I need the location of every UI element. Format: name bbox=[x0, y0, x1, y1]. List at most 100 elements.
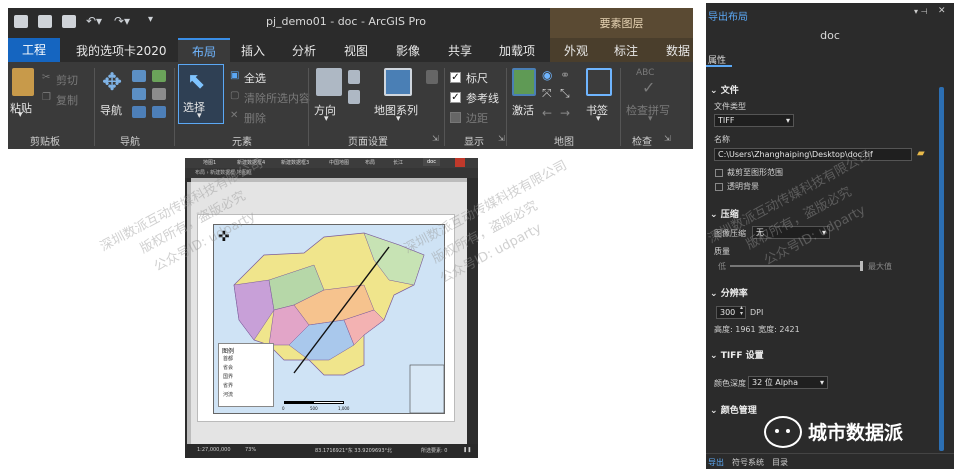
section-resolution-label: 分辨率 bbox=[720, 289, 748, 299]
activate-map-icon bbox=[512, 68, 536, 96]
review-launcher-icon[interactable]: ⇲ bbox=[664, 134, 671, 143]
margins-checkbox[interactable] bbox=[450, 112, 461, 123]
tab-my-tab-2020[interactable]: 我的选项卡2020 bbox=[76, 42, 167, 59]
check-spelling-dropdown-icon[interactable]: ▾ bbox=[648, 114, 653, 124]
show-launcher-icon[interactable]: ⇲ bbox=[498, 134, 505, 143]
wechat-icon-dot bbox=[775, 429, 779, 433]
redo-icon[interactable]: ↷▾ bbox=[114, 14, 130, 28]
zoom-fit-icon[interactable]: ⤡ bbox=[560, 86, 570, 101]
section-file[interactable]: ⌄ 文件 bbox=[710, 83, 739, 96]
tab-analysis[interactable]: 分析 bbox=[292, 42, 316, 59]
zoom-readout[interactable]: 73% bbox=[245, 447, 256, 453]
dpi-unit: DPI bbox=[750, 308, 764, 317]
customize-quick-access-icon[interactable]: ▾ bbox=[148, 14, 153, 25]
tab-view[interactable]: 视图 bbox=[344, 42, 368, 59]
fixed-zoom-in-icon[interactable] bbox=[132, 88, 146, 100]
window-title: pj_demo01 - doc - ArcGIS Pro bbox=[266, 15, 426, 28]
section-color-management[interactable]: ⌄ 颜色管理 bbox=[710, 403, 757, 416]
bottom-tab-export[interactable]: 导出 bbox=[708, 457, 724, 468]
zoom-to-page-icon[interactable] bbox=[132, 70, 146, 82]
back-arrow-icon[interactable]: ← bbox=[542, 106, 552, 120]
view-tab-map1[interactable]: 地图1 bbox=[203, 159, 216, 166]
section-tiff-settings[interactable]: ⌄ TIFF 设置 bbox=[710, 348, 764, 361]
view-tab-china-map[interactable]: 中国地图 bbox=[329, 159, 349, 166]
map-globe-icon[interactable]: ◉ bbox=[542, 68, 552, 82]
select-arrow-icon: ⬉ bbox=[187, 69, 206, 94]
section-resolution[interactable]: ⌄ 分辨率 bbox=[710, 286, 748, 299]
tab-insert[interactable]: 插入 bbox=[241, 42, 265, 59]
pane-scrollbar[interactable] bbox=[939, 87, 944, 451]
pause-icon[interactable]: ❚❚ bbox=[463, 447, 471, 453]
brand-badge: 城市数据派 bbox=[760, 412, 946, 452]
orientation-icon bbox=[316, 68, 342, 96]
file-type-select[interactable]: TIFF ▾ bbox=[714, 114, 794, 127]
forward-arrow-icon[interactable]: → bbox=[560, 106, 570, 120]
dpi-value: 300 bbox=[720, 308, 736, 317]
bookmarks-dropdown-icon[interactable]: ▾ bbox=[596, 114, 601, 124]
tab-imagery[interactable]: 影像 bbox=[396, 42, 420, 59]
legend-title: 图例 bbox=[222, 348, 235, 355]
tab-share[interactable]: 共享 bbox=[448, 42, 472, 59]
transparent-background-checkbox[interactable] bbox=[715, 183, 723, 191]
save-icon[interactable] bbox=[62, 15, 76, 28]
previous-extent-icon[interactable] bbox=[132, 106, 146, 118]
quality-slider-thumb[interactable] bbox=[860, 261, 863, 271]
section-tiff-label: TIFF 设置 bbox=[720, 351, 764, 361]
page-setup-launcher-icon[interactable]: ⇲ bbox=[432, 134, 439, 143]
pane-title: 导出布局 bbox=[708, 12, 748, 23]
quality-slider-track[interactable] bbox=[730, 265, 862, 267]
navigate-button[interactable]: 导航 bbox=[100, 102, 122, 118]
bottom-tab-catalog[interactable]: 目录 bbox=[772, 457, 788, 468]
full-extent-icon[interactable] bbox=[152, 70, 166, 82]
tab-layout[interactable]: 布局 bbox=[178, 38, 230, 62]
copy-button[interactable]: 复制 bbox=[56, 92, 78, 108]
tab-project[interactable]: 工程 bbox=[8, 38, 60, 62]
file-name-input[interactable]: C:\Users\Zhanghaiping\Desktop\doc.tif bbox=[714, 148, 912, 161]
grid-view-icon[interactable] bbox=[152, 88, 166, 100]
pane-close-icon[interactable]: ✕ bbox=[938, 6, 946, 16]
select-all-button[interactable]: 全选 bbox=[244, 70, 266, 86]
delete-button[interactable]: 删除 bbox=[244, 110, 266, 126]
view-tab-doc[interactable]: doc bbox=[423, 158, 440, 166]
dpi-stepper-icon[interactable]: ▴ ▾ bbox=[740, 305, 743, 317]
clip-to-graphics-checkbox[interactable] bbox=[715, 169, 723, 177]
legend-item: 国界 bbox=[223, 374, 234, 380]
tab-data[interactable]: 数据 bbox=[666, 42, 690, 59]
cut-icon: ✂ bbox=[42, 72, 51, 83]
bottom-tab-symbology[interactable]: 符号系统 bbox=[732, 457, 764, 468]
view-tab-frame3[interactable]: 新建数据框3 bbox=[281, 159, 309, 166]
clear-selection-icon: ▢ bbox=[230, 90, 240, 101]
page-size-icon[interactable] bbox=[348, 70, 360, 84]
open-icon[interactable] bbox=[38, 15, 52, 28]
orientation-dropdown-icon[interactable]: ▾ bbox=[324, 114, 329, 124]
pane-bottom-tabs: 导出 符号系统 目录 bbox=[706, 453, 954, 469]
scale-readout[interactable]: 1:27,000,000 bbox=[197, 447, 231, 453]
next-extent-icon[interactable] bbox=[152, 106, 166, 118]
undo-icon[interactable]: ↶▾ bbox=[86, 14, 102, 28]
browse-folder-icon[interactable]: ▰ bbox=[917, 148, 925, 159]
scale-label-1000: 1,000 bbox=[338, 406, 350, 411]
view-tab-layout[interactable]: 布局 bbox=[365, 159, 375, 166]
map-link-icon[interactable]: ⚭ bbox=[560, 68, 570, 82]
select-dropdown-icon[interactable]: ▾ bbox=[197, 111, 202, 121]
close-view-icon[interactable] bbox=[455, 158, 465, 167]
tab-appearance[interactable]: 外观 bbox=[564, 42, 588, 59]
tab-labeling[interactable]: 标注 bbox=[614, 42, 638, 59]
clear-selection-button[interactable]: 清除所选内容 bbox=[244, 90, 310, 106]
view-tab-changjiang[interactable]: 长江 bbox=[393, 159, 403, 166]
zoom-extent-icon[interactable]: ⤧ bbox=[542, 86, 552, 101]
page-query-icon[interactable] bbox=[426, 70, 438, 84]
paste-dropdown-icon[interactable]: ▾ bbox=[18, 110, 23, 120]
chevron-down-icon: ▾ bbox=[785, 116, 790, 125]
activate-button[interactable]: 激活 bbox=[512, 102, 534, 118]
map-series-dropdown-icon[interactable]: ▾ bbox=[396, 114, 401, 124]
margins-icon[interactable] bbox=[348, 90, 360, 104]
spelling-check-icon: ✓ bbox=[642, 78, 656, 97]
guides-checkbox[interactable]: ✓ bbox=[450, 92, 461, 103]
tab-add-ins[interactable]: 加载项 bbox=[499, 42, 535, 59]
pane-menu-icon[interactable]: ▾ ⊣ bbox=[914, 7, 928, 16]
ruler-checkbox[interactable]: ✓ bbox=[450, 72, 461, 83]
color-depth-select[interactable]: 32 位 Alpha ▾ bbox=[748, 376, 828, 389]
cut-button[interactable]: 剪切 bbox=[56, 72, 78, 88]
select-button-frame[interactable]: ⬉ 选择 ▾ bbox=[178, 64, 224, 124]
